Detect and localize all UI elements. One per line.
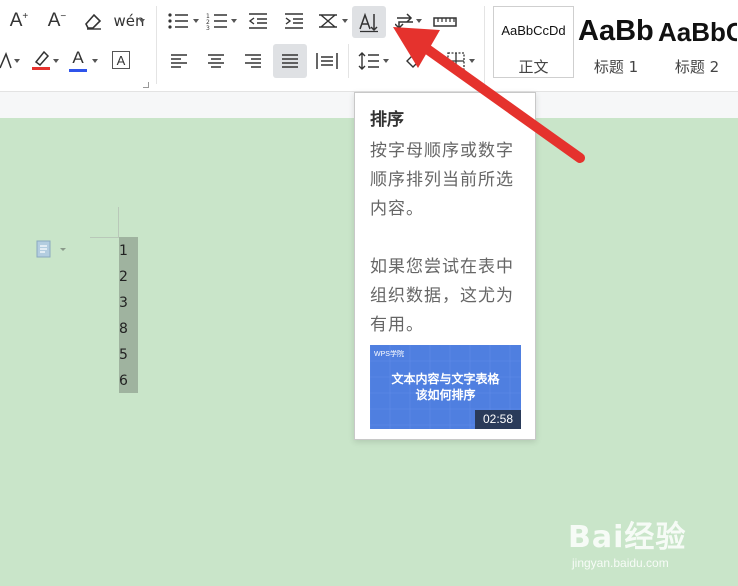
ribbon-toolbar: A + A − wén A A 123 AaBbCcDd 正文 AaBb 标题 … <box>0 0 738 92</box>
show-hide-marks-button[interactable] <box>392 8 418 34</box>
chevron-down-icon[interactable] <box>92 59 98 63</box>
chevron-down-icon[interactable] <box>193 19 199 23</box>
increase-font-letter: A <box>9 10 23 31</box>
svg-text:3: 3 <box>206 25 210 30</box>
chinese-layout-icon <box>319 14 337 28</box>
tutorial-video-thumbnail[interactable]: WPS学院 文本内容与文字表格 该如何排序 02:58 <box>370 345 521 429</box>
char-border-letter: A <box>112 51 130 69</box>
text-selection[interactable] <box>119 237 138 393</box>
style-normal[interactable]: AaBbCcDd 正文 <box>493 6 574 78</box>
style-sample: AaBb <box>578 15 654 47</box>
list-item[interactable]: 2 <box>119 269 128 285</box>
video-title-line: 文本内容与文字表格 <box>391 372 500 386</box>
align-left-button[interactable] <box>166 48 192 74</box>
style-sample: AaBbCcDd <box>501 23 566 38</box>
watermark-brand: Bai经验 <box>568 520 687 555</box>
paragraph-mark-icon <box>395 13 413 30</box>
char-border-button[interactable]: A <box>109 48 133 72</box>
paint-bucket-icon <box>406 54 420 68</box>
bullet-list-icon <box>168 13 188 29</box>
list-item[interactable]: 8 <box>119 321 128 337</box>
numbered-list-icon: 123 <box>206 13 227 30</box>
style-heading-2[interactable]: AaBbC 标题 2 <box>656 6 738 78</box>
group-separator <box>484 6 485 84</box>
clear-format-button[interactable] <box>80 8 106 34</box>
borders-button[interactable] <box>444 48 468 74</box>
style-sample: AaBbC <box>658 17 738 47</box>
chevron-down-icon[interactable] <box>342 19 348 23</box>
indent-icon <box>285 13 303 29</box>
chinese-layout-button[interactable] <box>314 8 342 34</box>
bullets-button[interactable] <box>164 8 192 34</box>
chevron-down-icon[interactable] <box>416 19 422 23</box>
increase-font-size-button[interactable]: A + <box>6 8 32 34</box>
decrease-font-size-button[interactable]: A − <box>44 8 70 34</box>
font-color-button[interactable]: A <box>66 46 90 74</box>
group-separator <box>348 44 349 78</box>
video-title-line: 该如何排序 <box>415 388 476 402</box>
text-effect-icon <box>0 52 12 69</box>
chevron-down-icon[interactable] <box>231 19 237 23</box>
margin-mark <box>118 207 119 238</box>
tooltip-hint: 如果您尝试在表中组织数据，这尤为有用。 <box>370 257 514 335</box>
chevron-down-icon[interactable] <box>139 19 145 23</box>
chevron-down-icon[interactable] <box>469 59 475 63</box>
eraser-icon <box>85 13 102 30</box>
justify-icon <box>282 54 298 68</box>
align-center-button[interactable] <box>203 48 229 74</box>
distributed-align-button[interactable] <box>313 48 341 74</box>
tooltip-description: 按字母顺序或数字顺序排列当前所选内容。 <box>370 141 514 219</box>
distributed-icon <box>316 53 338 69</box>
ruler-icon <box>433 17 457 27</box>
watermark-url: jingyan.baidu.com <box>572 556 669 570</box>
outdent-icon <box>248 13 267 29</box>
sort-tooltip: 排序 按字母顺序或数字顺序排列当前所选内容。 如果您尝试在表中组织数据，这尤为有… <box>354 92 536 440</box>
style-name: 标题 1 <box>593 58 639 76</box>
video-duration: 02:58 <box>475 410 521 429</box>
video-title: 文本内容与文字表格 该如何排序 <box>370 371 521 403</box>
font-color-letter: A <box>72 47 84 67</box>
margin-mark <box>90 237 119 238</box>
list-item[interactable]: 5 <box>119 347 128 363</box>
sort-button[interactable] <box>352 6 386 38</box>
align-left-icon <box>171 54 187 68</box>
sort-icon <box>359 12 378 33</box>
align-right-icon <box>245 54 261 68</box>
group-separator <box>156 6 157 84</box>
style-name: 标题 2 <box>674 58 720 76</box>
style-heading-1[interactable]: AaBb 标题 1 <box>576 6 656 78</box>
highlighter-icon <box>32 50 50 70</box>
list-item[interactable]: 3 <box>119 295 128 311</box>
align-right-button[interactable] <box>240 48 266 74</box>
wps-logo: WPS学院 <box>374 351 404 358</box>
align-center-icon <box>208 54 224 68</box>
highlight-button[interactable] <box>28 46 54 74</box>
increase-indent-button[interactable] <box>280 8 308 34</box>
style-name: 正文 <box>518 58 549 76</box>
font-color-swatch <box>69 68 87 72</box>
baidu-watermark: Bai经验 jingyan.baidu.com <box>568 512 733 580</box>
text-effect-button[interactable] <box>0 48 12 74</box>
plus-sup-icon: + <box>22 10 29 22</box>
tooltip-title: 排序 <box>370 110 404 130</box>
borders-icon <box>447 52 465 70</box>
dialog-launcher-icon[interactable] <box>143 82 149 88</box>
line-spacing-icon <box>358 52 379 70</box>
tab-ruler-button[interactable] <box>430 8 460 34</box>
chevron-down-icon[interactable] <box>383 59 389 63</box>
list-item[interactable]: 6 <box>119 373 128 389</box>
shading-button[interactable] <box>402 48 424 74</box>
chevron-down-icon[interactable] <box>53 59 59 63</box>
decrease-font-letter: A <box>47 10 61 31</box>
list-item[interactable]: 1 <box>119 243 128 259</box>
decrease-indent-button[interactable] <box>244 8 272 34</box>
minus-sup-icon: − <box>60 10 67 22</box>
line-spacing-button[interactable] <box>355 48 383 74</box>
paragraph-layout-icon[interactable] <box>36 240 70 263</box>
chevron-down-icon[interactable] <box>14 59 20 63</box>
numbering-button[interactable]: 123 <box>203 8 231 34</box>
justify-button[interactable] <box>273 44 307 78</box>
